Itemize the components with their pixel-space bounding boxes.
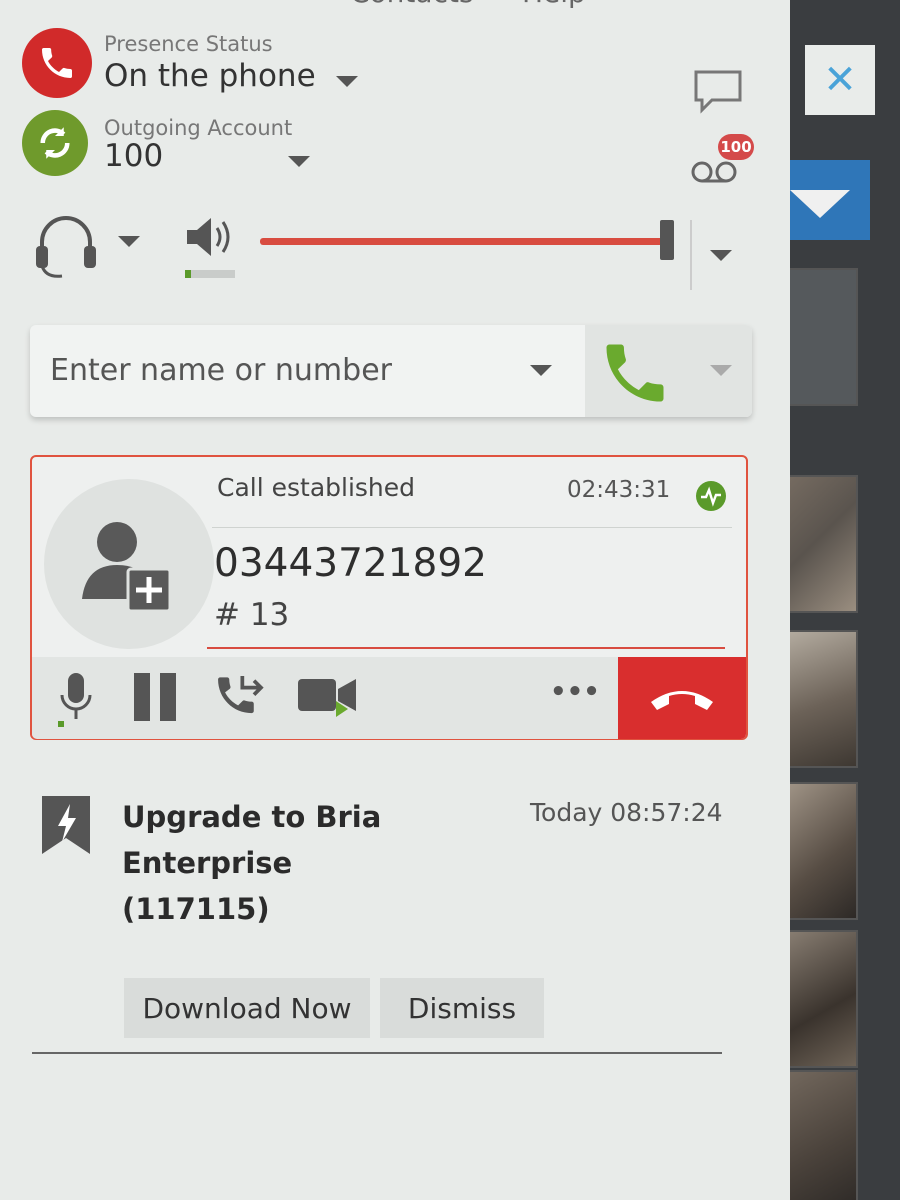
hangup-button[interactable]	[618, 657, 746, 739]
chat-icon[interactable]	[692, 68, 744, 114]
call-button[interactable]	[585, 325, 752, 417]
notification-bookmark-icon	[42, 796, 90, 854]
menu-item-contacts[interactable]: Contacts	[350, 0, 474, 9]
card-divider	[212, 527, 732, 528]
call-options-dropdown-icon[interactable]	[710, 365, 732, 376]
hangup-phone-icon	[651, 691, 713, 710]
download-now-button[interactable]: Download Now	[124, 978, 370, 1038]
call-controls: •••	[32, 657, 746, 739]
account-dropdown-icon[interactable]	[288, 156, 310, 167]
speaker-level-meter	[185, 270, 235, 278]
presence-status-value[interactable]: On the phone	[104, 58, 316, 94]
add-contact-icon[interactable]	[72, 507, 182, 617]
call-timer: 02:43:31	[567, 477, 671, 503]
call-number: 03443721892	[214, 541, 487, 586]
call-phone-icon	[606, 344, 664, 402]
audio-dropdown-icon[interactable]	[710, 250, 732, 261]
account-value[interactable]: 100	[104, 138, 163, 174]
menu-bar: Contacts Help	[0, 0, 790, 12]
voicemail-count-badge: 100	[718, 134, 754, 160]
notification-time: Today 08:57:24	[530, 798, 723, 827]
active-call-card: Call established 02:43:31 03443721892 # …	[30, 455, 748, 740]
call-status: Call established	[217, 473, 416, 502]
headset-icon[interactable]	[32, 210, 100, 282]
notification-title: Upgrade to Bria Enterprise (117115)	[122, 800, 382, 926]
dtmf-input[interactable]: # 13	[214, 597, 289, 633]
hold-icon[interactable]	[128, 669, 184, 725]
dial-box	[30, 325, 752, 417]
account-sync-icon[interactable]	[22, 110, 88, 176]
bria-softphone-window: Contacts Help Presence Status On the pho…	[0, 0, 790, 1200]
divider	[690, 220, 692, 290]
divider	[32, 1052, 722, 1054]
dial-history-dropdown-icon[interactable]	[530, 365, 552, 376]
menu-item-help[interactable]: Help	[522, 0, 586, 9]
dismiss-button[interactable]: Dismiss	[380, 978, 544, 1038]
audio-controls	[0, 200, 790, 290]
presence-dropdown-icon[interactable]	[336, 76, 358, 87]
transfer-icon[interactable]	[212, 669, 268, 725]
presence-section: Presence Status On the phone	[0, 20, 790, 100]
dtmf-underline	[207, 647, 725, 649]
headset-dropdown-icon[interactable]	[118, 236, 140, 247]
video-icon[interactable]	[296, 671, 358, 721]
presence-label: Presence Status	[104, 32, 273, 56]
upgrade-notification: Upgrade to Bria Enterprise (117115) Toda…	[0, 770, 760, 1070]
speaker-icon[interactable]	[183, 214, 239, 260]
avatar	[44, 479, 214, 649]
volume-slider-track[interactable]	[260, 238, 670, 245]
background-close-icon[interactable]: ✕	[805, 45, 875, 115]
mute-microphone-icon[interactable]	[56, 669, 96, 729]
account-label: Outgoing Account	[104, 116, 293, 140]
volume-slider-handle[interactable]	[660, 220, 674, 260]
call-quality-icon	[696, 481, 726, 511]
dial-input[interactable]	[50, 345, 530, 395]
presence-phone-icon[interactable]	[22, 28, 92, 98]
more-options-icon[interactable]: •••	[550, 677, 600, 707]
